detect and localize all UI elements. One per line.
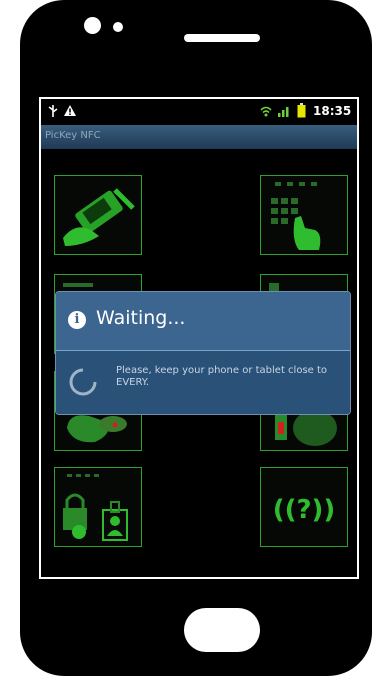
warning-icon [63, 104, 77, 120]
pin-keypad-tile[interactable] [260, 175, 348, 255]
app-title-bar: PicKey NFC [41, 125, 357, 149]
keypad-icon [271, 182, 321, 250]
waiting-dialog: i Waiting... Please, keep your phone or … [55, 291, 351, 415]
dialog-title: Waiting... [96, 307, 186, 329]
lock-user-tile[interactable] [54, 467, 142, 547]
phone-screen: 18:35 PicKey NFC ((?)) i Waiting... Plea… [39, 97, 359, 579]
nfc-question-icon: ((?)) [273, 495, 336, 525]
nfc-phone-icon [63, 188, 135, 246]
lock-user-icon [63, 474, 128, 541]
dialog-body: Please, keep your phone or tablet close … [56, 351, 350, 414]
info-icon: i [68, 311, 86, 329]
loading-spinner-icon [69, 368, 97, 396]
battery-icon [297, 103, 306, 121]
wifi-icon [259, 104, 273, 121]
speaker-grille [184, 34, 260, 42]
svg-text:((?)): ((?)) [273, 495, 336, 525]
nfc-phone-tile[interactable] [54, 175, 142, 255]
nfc-help-tile[interactable]: ((?)) [260, 467, 348, 547]
home-button[interactable] [184, 608, 260, 652]
dialog-header: i Waiting... [56, 292, 350, 351]
app-title: PicKey NFC [45, 130, 101, 141]
usb-icon [47, 104, 59, 121]
dialog-message: Please, keep your phone or tablet close … [116, 365, 328, 388]
signal-icon [277, 104, 291, 120]
sensor-icon [113, 22, 123, 32]
camera-lens-icon [84, 17, 101, 34]
clock: 18:35 [313, 104, 352, 118]
status-bar: 18:35 [41, 99, 357, 125]
